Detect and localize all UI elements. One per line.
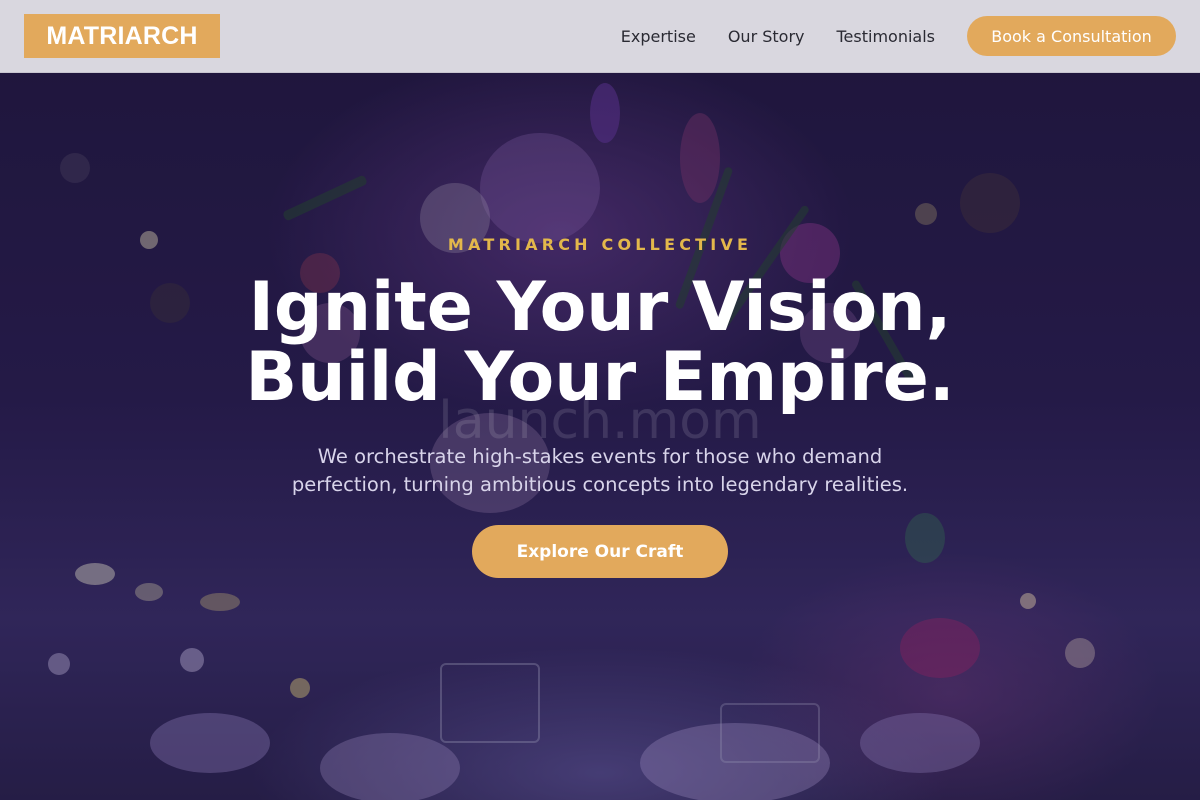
hero-eyebrow: MATRIARCH COLLECTIVE xyxy=(447,235,753,254)
hero-headline-line-1: Ignite Your Vision, xyxy=(248,268,952,347)
explore-our-craft-button[interactable]: Explore Our Craft xyxy=(472,525,728,578)
hero-headline-line-2: Build Your Empire. xyxy=(245,338,955,417)
logo[interactable]: MATRIARCH xyxy=(24,14,220,58)
nav-link-testimonials[interactable]: Testimonials xyxy=(837,27,936,46)
hero-headline: Ignite Your Vision, Build Your Empire. xyxy=(0,273,1200,413)
nav-link-expertise[interactable]: Expertise xyxy=(621,27,696,46)
site-header: MATRIARCH Expertise Our Story Testimonia… xyxy=(0,0,1200,73)
book-consultation-button[interactable]: Book a Consultation xyxy=(967,16,1176,56)
main-nav: Expertise Our Story Testimonials xyxy=(621,27,935,46)
hero-section: MATRIARCH COLLECTIVE Ignite Your Vision,… xyxy=(0,73,1200,800)
hero-subtitle: We orchestrate high-stakes events for th… xyxy=(291,445,909,496)
nav-link-our-story[interactable]: Our Story xyxy=(728,27,805,46)
